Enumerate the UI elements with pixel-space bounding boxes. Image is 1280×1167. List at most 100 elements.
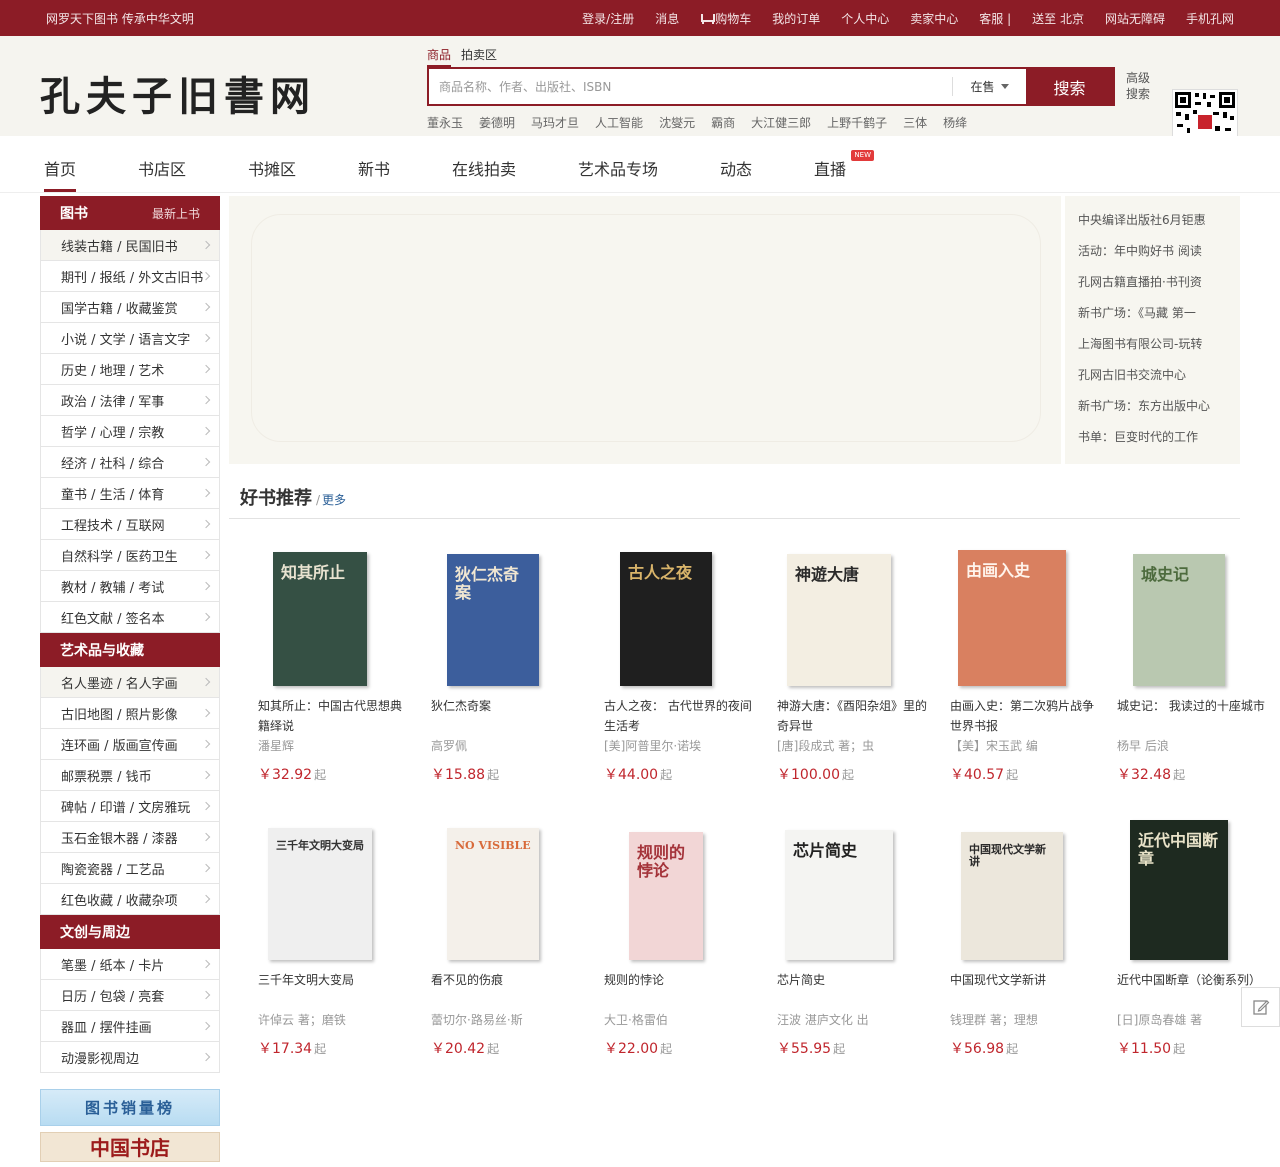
search-button[interactable]: 搜索 (1026, 69, 1113, 104)
nav-bookstores[interactable]: 书店区 (138, 156, 186, 180)
book-title[interactable]: 三千年文明大变局 (258, 970, 408, 1010)
search-scope-select[interactable]: 在售 (952, 77, 1026, 96)
sidebar-item-books[interactable]: 工程技术 / 互联网 (40, 509, 220, 540)
sidebar-item-books[interactable]: 红色文献 / 签名本 (40, 602, 220, 633)
book-title[interactable]: 中国现代文学新讲 (950, 970, 1100, 1010)
feedback-button[interactable] (1241, 987, 1280, 1027)
hot-word[interactable]: 三体 (903, 114, 927, 131)
nav-new-books[interactable]: 新书 (358, 156, 390, 180)
recommend-more-link[interactable]: / 更多 (316, 491, 346, 508)
search-tab-auction[interactable]: 拍卖区 (461, 46, 497, 67)
book-title[interactable]: 城史记： 我读过的十座城市 (1117, 696, 1267, 736)
hot-word[interactable]: 杨绛 (943, 114, 967, 131)
sidebar-item-culture[interactable]: 动漫影视周边 (40, 1042, 220, 1073)
hot-word[interactable]: 霸商 (711, 114, 735, 131)
book-card[interactable]: 知其所止 知其所止：中国古代思想典籍绎说 潘星辉 ￥32.92 起 (258, 546, 408, 784)
nav-book-stalls[interactable]: 书摊区 (248, 156, 296, 180)
book-cover-image[interactable]: 城史记 (1133, 554, 1225, 686)
sidebar-item-culture[interactable]: 笔墨 / 纸本 / 卡片 (40, 949, 220, 980)
sidebar-books-title[interactable]: 图书 (60, 203, 88, 223)
nav-live[interactable]: 直播 NEW (814, 150, 875, 180)
book-cover-image[interactable]: 神遊大唐 (787, 554, 891, 686)
sidebar-item-books[interactable]: 教材 / 教辅 / 考试 (40, 571, 220, 602)
book-cover-image[interactable]: 近代中国断章 (1130, 820, 1228, 960)
book-title[interactable]: 知其所止：中国古代思想典籍绎说 (258, 696, 408, 736)
news-item[interactable]: 孔网古旧书交流中心 (1078, 361, 1240, 392)
book-title[interactable]: 规则的悖论 (604, 970, 754, 1010)
sidebar-item-books[interactable]: 政治 / 法律 / 军事 (40, 385, 220, 416)
book-cover-image[interactable]: 知其所止 (273, 552, 367, 686)
hot-word[interactable]: 大江健三郎 (751, 114, 811, 131)
sidebar-item-books[interactable]: 国学古籍 / 收藏鉴赏 (40, 292, 220, 323)
book-card[interactable]: 规则的悖论 规则的悖论 大卫·格雷伯 ￥22.00 起 (604, 820, 754, 1058)
book-title[interactable]: 古人之夜： 古代世界的夜间生活考 (604, 696, 754, 736)
search-tab-goods[interactable]: 商品 (427, 46, 452, 67)
sidebar-item-art[interactable]: 古旧地图 / 照片影像 (40, 698, 220, 729)
book-cover-image[interactable]: 芯片简史 (785, 830, 893, 960)
book-title[interactable]: 神游大唐：《酉阳杂俎》里的奇异世 (777, 696, 927, 736)
personal-center-link[interactable]: 个人中心 (841, 10, 889, 27)
sidebar-item-art[interactable]: 连环画 / 版画宣传画 (40, 729, 220, 760)
book-title[interactable]: 芯片简史 (777, 970, 927, 1010)
news-item[interactable]: 活动：年中购好书 阅读 (1078, 237, 1240, 268)
sidebar-item-art[interactable]: 陶瓷瓷器 / 工艺品 (40, 853, 220, 884)
sidebar-item-art[interactable]: 邮票税票 / 钱币 (40, 760, 220, 791)
book-card[interactable]: 神遊大唐 神游大唐：《酉阳杂俎》里的奇异世 [唐]段成式 著；虫 ￥100.00 起 (777, 546, 927, 784)
hot-word[interactable]: 董永玉 (427, 114, 463, 131)
news-item[interactable]: 书单：巨变时代的工作 (1078, 423, 1240, 454)
sidebar-item-books[interactable]: 经济 / 社科 / 综合 (40, 447, 220, 478)
book-cover-image[interactable]: 由画入史 (958, 550, 1066, 686)
sidebar-item-art[interactable]: 红色收藏 / 收藏杂项 (40, 884, 220, 915)
nav-art-special[interactable]: 艺术品专场 (578, 156, 658, 180)
advanced-search-link[interactable]: 高级搜索 (1126, 70, 1152, 102)
news-item[interactable]: 上海图书有限公司-玩转 (1078, 330, 1240, 361)
cart-link[interactable]: 购物车 (700, 10, 751, 27)
book-card[interactable]: 古人之夜 古人之夜： 古代世界的夜间生活考 [美]阿普里尔·诺埃 ￥44.00 起 (604, 546, 754, 784)
sidebar-item-culture[interactable]: 日历 / 包袋 / 亮套 (40, 980, 220, 1011)
book-card[interactable]: 三千年文明大变局 三千年文明大变局 许倬云 著；磨铁 ￥17.34 起 (258, 820, 408, 1058)
bestseller-banner[interactable]: 图书销量榜 (40, 1089, 220, 1126)
sidebar-item-culture[interactable]: 器皿 / 摆件挂画 (40, 1011, 220, 1042)
messages-link[interactable]: 消息 (655, 10, 679, 27)
search-input[interactable] (429, 69, 952, 104)
seller-center-link[interactable]: 卖家中心 (910, 10, 958, 27)
hot-word[interactable]: 沈燮元 (659, 114, 695, 131)
book-card[interactable]: 芯片简史 芯片简史 汪波 湛庐文化 出 ￥55.95 起 (777, 820, 927, 1058)
sidebar-item-books[interactable]: 期刊 / 报纸 / 外文古旧书 (40, 261, 220, 292)
nav-online-auction[interactable]: 在线拍卖 (452, 156, 516, 180)
sidebar-item-books[interactable]: 线装古籍 / 民国旧书 (40, 230, 220, 261)
hero-banner[interactable] (229, 196, 1061, 464)
book-title[interactable]: 狄仁杰奇案 (431, 696, 581, 736)
news-item[interactable]: 孔网古籍直播拍·书刊资 (1078, 268, 1240, 299)
sidebar-art-title[interactable]: 艺术品与收藏 (60, 640, 144, 660)
sidebar-culture-title[interactable]: 文创与周边 (60, 922, 130, 942)
hot-word[interactable]: 人工智能 (595, 114, 643, 131)
sidebar-item-art[interactable]: 玉石金银木器 / 漆器 (40, 822, 220, 853)
login-register-link[interactable]: 登录/注册 (582, 10, 634, 27)
hot-word[interactable]: 马玛才旦 (531, 114, 579, 131)
latest-books-link[interactable]: 最新上书 (152, 205, 200, 222)
book-card[interactable]: 城史记 城史记： 我读过的十座城市 杨早 后浪 ￥32.48 起 (1117, 546, 1267, 784)
book-card[interactable]: NO VISIBLE 看不见的伤痕 蕾切尔·路易丝·斯 ￥20.42 起 (431, 820, 581, 1058)
sidebar-item-books[interactable]: 历史 / 地理 / 艺术 (40, 354, 220, 385)
news-item[interactable]: 新书广场：东方出版中心 (1078, 392, 1240, 423)
book-cover-image[interactable]: 古人之夜 (620, 552, 712, 686)
book-cover-image[interactable]: 狄仁杰奇案 (447, 554, 539, 686)
hot-word[interactable]: 姜德明 (479, 114, 515, 131)
site-logo[interactable]: 孔夫子旧書网 (40, 64, 316, 122)
news-item[interactable]: 中央编译出版社6月钜惠 (1078, 206, 1240, 237)
book-card[interactable]: 狄仁杰奇案 狄仁杰奇案 高罗佩 ￥15.88 起 (431, 546, 581, 784)
customer-service-link[interactable]: 客服 | (979, 10, 1011, 27)
book-card[interactable]: 中国现代文学新讲 中国现代文学新讲 钱理群 著；理想 ￥56.98 起 (950, 820, 1100, 1058)
ship-to-location[interactable]: 送至 北京 (1032, 10, 1084, 27)
sidebar-item-books[interactable]: 哲学 / 心理 / 宗教 (40, 416, 220, 447)
book-cover-image[interactable]: 规则的悖论 (629, 832, 703, 960)
sidebar-item-books[interactable]: 童书 / 生活 / 体育 (40, 478, 220, 509)
book-cover-image[interactable]: 中国现代文学新讲 (961, 832, 1063, 960)
book-title[interactable]: 看不见的伤痕 (431, 970, 581, 1010)
my-orders-link[interactable]: 我的订单 (772, 10, 820, 27)
china-bookstore-banner[interactable]: 中国书店 (40, 1132, 220, 1162)
book-title[interactable]: 由画入史：第二次鸦片战争世界书报 (950, 696, 1100, 736)
book-card[interactable]: 由画入史 由画入史：第二次鸦片战争世界书报 【美】宋玉武 编 ￥40.57 起 (950, 546, 1100, 784)
nav-home[interactable]: 首页 (44, 156, 77, 192)
